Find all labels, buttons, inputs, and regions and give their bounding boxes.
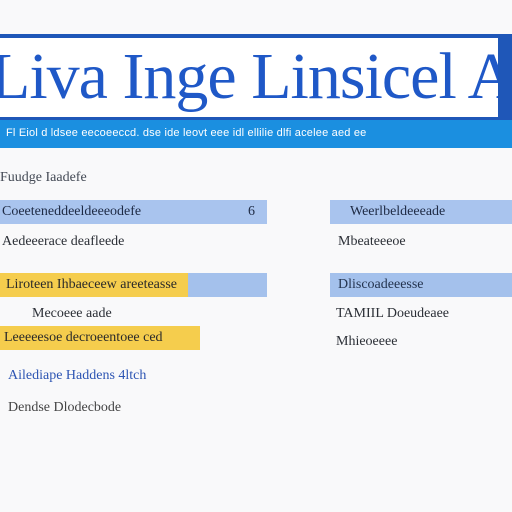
list-item[interactable]: Dliscoadeeesse: [330, 273, 512, 297]
list-item-label: Mecoeee aade: [32, 306, 112, 321]
list-item[interactable]: Mbeateeeoe: [338, 230, 508, 254]
link-item[interactable]: Ailediape Haddens 4ltch: [8, 364, 208, 388]
list-item-label: Liroteen Ihbaeceew areeteasse: [6, 277, 177, 292]
list-item-label: Weerlbeldeeeade: [350, 204, 446, 219]
link-label: Ailediape Haddens 4ltch: [8, 368, 147, 383]
list-item-label: Mhieoeeee: [336, 334, 398, 349]
subtitle-text: Fl Eiol d ldsee eecoeeccd. dse ide leovt…: [6, 127, 367, 139]
highlight-bar: [188, 273, 267, 297]
list-item[interactable]: Mhieoeeee: [336, 330, 506, 354]
subtitle-bar: Fl Eiol d ldsee eecoeeccd. dse ide leovt…: [0, 120, 512, 148]
list-item[interactable]: Aedeeerace deafleede: [0, 230, 267, 254]
list-item[interactable]: Weerlbeldeeeade: [330, 200, 512, 224]
list-item-label: Dendse Dlodecbode: [8, 400, 122, 415]
list-item-label: Coeeteneddeeldeeeodefe: [2, 204, 142, 219]
list-item-label: Leeeeesoe decroeentoee ced: [4, 330, 163, 345]
title-banner: Liva Inge Linsicel Ana: [0, 34, 512, 120]
page-frame: Liva Inge Linsicel Ana Fl Eiol d ldsee e…: [0, 0, 512, 512]
list-item-number: 6: [248, 204, 255, 219]
section-label: Fuudge Iaadefe: [0, 170, 87, 185]
title-banner-inner: Liva Inge Linsicel Ana: [0, 38, 498, 117]
list-item-label: Mbeateeeoe: [338, 234, 406, 249]
list-item-label: Aedeeerace deafleede: [2, 234, 125, 249]
page-title: Liva Inge Linsicel Ana: [0, 40, 498, 113]
list-item-label: Dliscoadeeesse: [338, 277, 424, 292]
list-item[interactable]: Leeeeesoe decroeentoee ced: [0, 326, 200, 350]
list-item[interactable]: TAMIIL Doeudeaee: [336, 302, 506, 326]
list-item[interactable]: Coeeteneddeeldeeeodefe 6: [0, 200, 267, 224]
list-item[interactable]: Mecoeee aade: [32, 302, 232, 326]
list-item[interactable]: Liroteen Ihbaeceew areeteasse: [0, 273, 188, 297]
list-item-label: TAMIIL Doeudeaee: [336, 306, 450, 321]
list-item[interactable]: Dendse Dlodecbode: [8, 396, 208, 420]
